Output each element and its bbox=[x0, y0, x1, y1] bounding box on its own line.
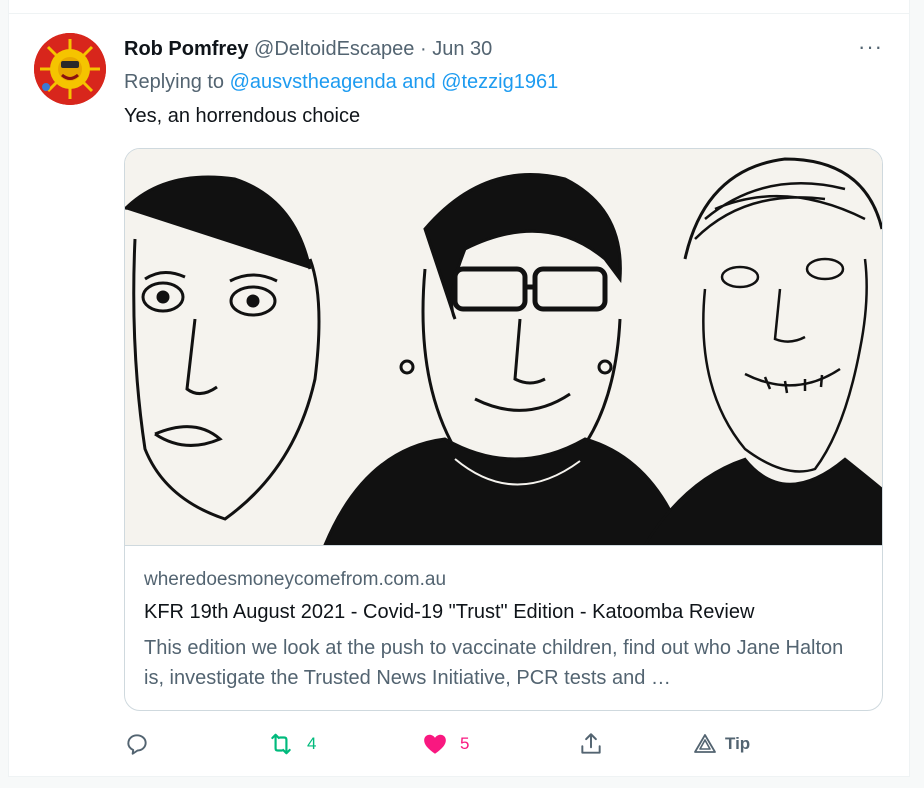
avatar[interactable] bbox=[34, 33, 106, 105]
tweet-header: Rob Pomfrey @DeltoidEscapee · Jun 30 bbox=[124, 37, 492, 61]
reply-icon bbox=[127, 734, 147, 755]
tweet-text: Yes, an horrendous choice bbox=[124, 105, 361, 127]
avatar-image bbox=[34, 33, 106, 105]
retweet-button[interactable]: 4 bbox=[267, 728, 316, 760]
author-name[interactable]: Rob Pomfrey bbox=[124, 38, 248, 60]
tweet-actions: 4 5 Tip bbox=[9, 728, 909, 764]
card-image[interactable] bbox=[125, 149, 882, 547]
tip-button[interactable]: Tip bbox=[693, 728, 750, 760]
tweet[interactable]: Rob Pomfrey @DeltoidEscapee · Jun 30 ···… bbox=[8, 0, 910, 777]
tweet-date[interactable]: Jun 30 bbox=[432, 38, 492, 60]
divider bbox=[9, 13, 909, 14]
reply-button[interactable] bbox=[124, 728, 150, 760]
heart-filled-icon bbox=[424, 734, 446, 754]
share-icon bbox=[581, 733, 601, 754]
replying-to-mentions[interactable]: @ausvstheagenda and @tezzig1961 bbox=[230, 71, 559, 93]
share-button[interactable] bbox=[578, 728, 604, 760]
replying-to-prefix: Replying to bbox=[124, 71, 225, 93]
tip-label: Tip bbox=[725, 734, 751, 753]
author-handle[interactable]: @DeltoidEscapee bbox=[254, 38, 414, 60]
link-card[interactable]: wheredoesmoneycomefrom.com.au KFR 19th A… bbox=[124, 148, 883, 711]
more-options-icon[interactable]: ··· bbox=[858, 34, 883, 60]
retweet-count: 4 bbox=[307, 734, 317, 753]
retweet-icon bbox=[271, 733, 291, 755]
card-title: KFR 19th August 2021 - Covid-19 "Trust" … bbox=[144, 601, 755, 623]
like-count: 5 bbox=[460, 734, 470, 753]
card-description: This edition we look at the push to vacc… bbox=[144, 637, 844, 689]
card-domain: wheredoesmoneycomefrom.com.au bbox=[144, 569, 447, 590]
card-illustration bbox=[125, 149, 882, 547]
tip-icon bbox=[694, 734, 716, 753]
replying-to: Replying to @ausvstheagenda and @tezzig1… bbox=[124, 70, 558, 94]
like-button[interactable]: 5 bbox=[422, 728, 469, 760]
separator-dot: · bbox=[419, 38, 427, 60]
